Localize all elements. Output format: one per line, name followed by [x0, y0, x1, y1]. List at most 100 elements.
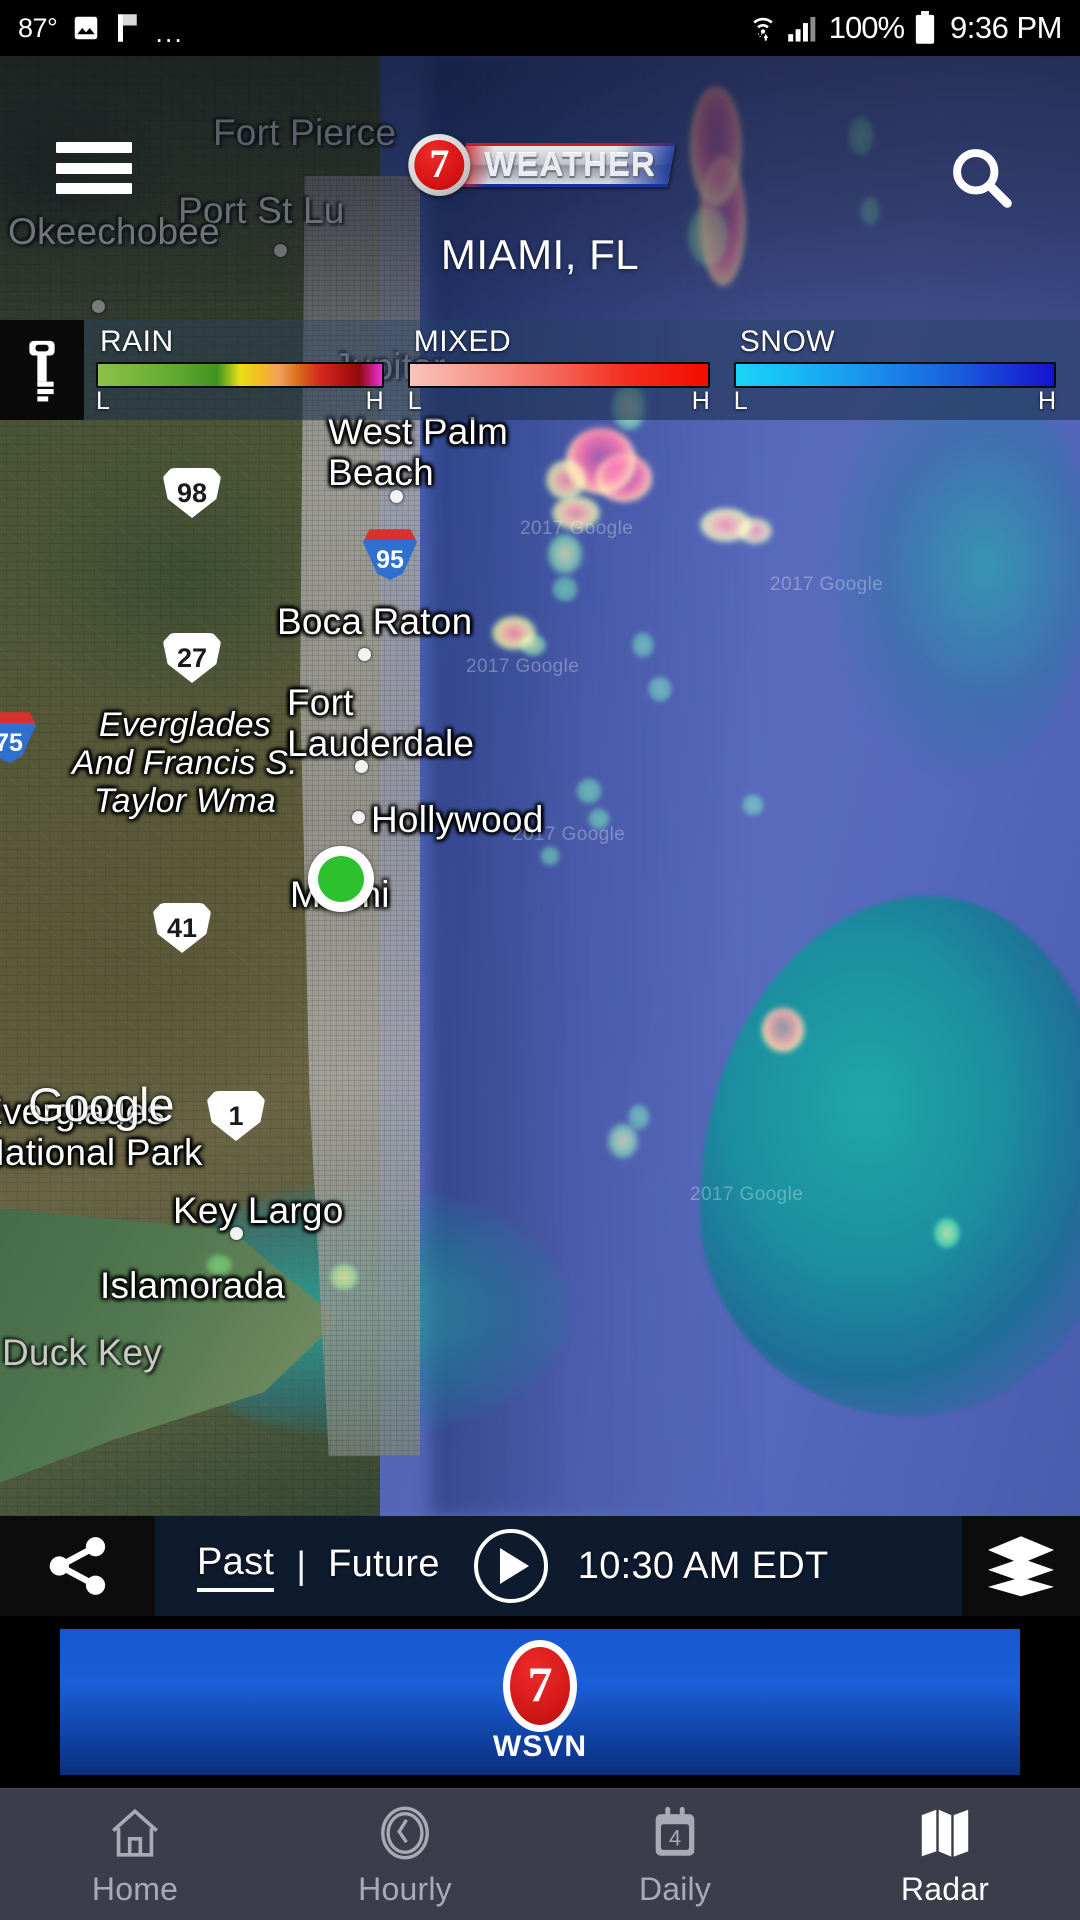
legend-group-rain: RAIN L H [84, 324, 396, 415]
legend-high-rain: H [365, 386, 384, 415]
radar-echo-cell [576, 778, 602, 804]
battery-percent: 100% [828, 10, 905, 45]
status-overflow-dots: ... [155, 17, 184, 48]
map-city-dot [230, 1227, 243, 1240]
legend-bar-mixed [407, 361, 710, 388]
legend-bar-snow [733, 361, 1056, 388]
radar-echo-cell [762, 1008, 804, 1052]
hamburger-menu-icon[interactable] [56, 142, 132, 194]
nav-label-radar: Radar [900, 1870, 990, 1907]
map-label: Fort Lauderdale [287, 682, 475, 765]
nav-item-daily[interactable]: 4 Daily [540, 1789, 810, 1920]
status-clock: 9:36 PM [950, 10, 1062, 45]
google-attribution: Google [28, 1078, 175, 1131]
nav-label-hourly: Hourly [358, 1870, 452, 1907]
bottom-navigation: Home Hourly 4 Daily Radar [0, 1788, 1080, 1920]
map-header-overlay: 7 WEATHER MIAMI, FL [0, 56, 1080, 320]
tab-future[interactable]: Future [328, 1543, 440, 1590]
map-label: Key Largo [173, 1190, 344, 1231]
station-logo: 7 WEATHER [408, 134, 676, 196]
radar-echo-cell [934, 1218, 960, 1248]
map-copyright-note: 2017 Google [690, 1184, 804, 1205]
tab-separator: | [296, 1544, 307, 1587]
status-bar-left: 87° ... [18, 13, 184, 48]
calendar-icon: 4 [646, 1802, 704, 1864]
cell-signal-icon [787, 13, 819, 43]
map-copyright-note: 2017 Google [512, 824, 626, 845]
search-icon[interactable] [938, 134, 1024, 220]
radar-echo-cell [548, 534, 582, 574]
legend-label-snow: SNOW [739, 324, 836, 358]
legend-low-snow: L [733, 386, 748, 415]
map-label: Islamorada [100, 1265, 286, 1306]
radar-echo-cell [552, 576, 578, 602]
nav-item-home[interactable]: Home [0, 1789, 270, 1920]
map-label: West Palm Beach [328, 411, 508, 494]
radar-legend: RAIN L H MIXED L H SNOW L H [0, 320, 1080, 420]
radar-echo-cell [540, 846, 560, 866]
radar-echo-cell [520, 634, 546, 656]
radar-playback-bar: Past | Future 10:30 AM EDT [0, 1516, 1080, 1616]
key-icon[interactable] [0, 320, 84, 420]
page-title: MIAMI, FL [440, 231, 640, 278]
map-label: Boca Raton [277, 601, 473, 642]
legend-bars: RAIN L H MIXED L H SNOW L H [84, 320, 1080, 420]
map-copyright-note: 2017 Google [466, 656, 580, 677]
current-location-marker[interactable] [308, 846, 374, 912]
radar-echo-cell [546, 460, 586, 500]
nav-item-radar[interactable]: Radar [810, 1789, 1080, 1920]
map-city-dot [358, 648, 371, 661]
tab-past[interactable]: Past [197, 1541, 275, 1592]
weather-banner: WEATHER [458, 143, 676, 187]
share-icon[interactable] [0, 1516, 155, 1616]
legend-high-mixed: H [691, 386, 710, 415]
status-bar-right: 100% 9:36 PM [749, 10, 1062, 46]
nav-item-hourly[interactable]: Hourly [270, 1789, 540, 1920]
legend-group-snow: SNOW L H [722, 324, 1068, 415]
map-city-dot [355, 760, 368, 773]
radar-echo-cell [596, 454, 652, 502]
home-icon [106, 1802, 164, 1864]
legend-bar-rain [96, 361, 384, 388]
battery-icon [914, 11, 936, 45]
radar-echo-cell [648, 676, 672, 702]
seven-logo-icon: 7 [408, 134, 471, 196]
map-icon [916, 1802, 974, 1864]
legend-label-rain: RAIN [100, 324, 174, 358]
wifi-icon [749, 12, 777, 44]
map-label: Duck Key [2, 1332, 162, 1373]
status-bar: 87° ... 100% 9:36 PM [0, 0, 1080, 56]
playback-controls: Past | Future 10:30 AM EDT [155, 1516, 962, 1616]
radar-echo-cell [608, 1124, 638, 1158]
legend-low-rain: L [96, 386, 110, 415]
legend-label-mixed: MIXED [413, 324, 512, 358]
legend-group-mixed: MIXED L H [396, 324, 722, 415]
image-icon [71, 13, 101, 43]
map-label: Everglades And Francis S. Taylor Wma [72, 706, 298, 821]
wsvn-seven-icon: 7 [503, 1640, 577, 1732]
wsvn-seven-number: 7 [510, 1647, 570, 1725]
flag-icon [115, 13, 141, 43]
weather-radar-screen: 87° ... 100% 9:36 PM West Palm Beach Boc… [0, 0, 1080, 1920]
clock-icon [376, 1802, 434, 1864]
svg-text:4: 4 [669, 1825, 681, 1850]
ad-banner-container: 7 WSVN [0, 1616, 1080, 1788]
map-copyright-note: 2017 Google [520, 518, 634, 539]
play-icon[interactable] [473, 1529, 548, 1603]
legend-low-mixed: L [407, 386, 422, 415]
radar-echo-cell [330, 1264, 358, 1290]
map-city-dot [390, 490, 403, 503]
nav-label-home: Home [91, 1870, 179, 1907]
radar-echo-cell [742, 794, 764, 816]
map-copyright-note: 2017 Google [770, 574, 884, 595]
radar-echo-cell [738, 518, 772, 544]
radar-timestamp: 10:30 AM EDT [577, 1544, 829, 1587]
map-city-dot [352, 811, 365, 824]
radar-echo-cell [632, 632, 654, 658]
seven-logo-number: 7 [414, 140, 465, 190]
ad-banner[interactable]: 7 WSVN [60, 1629, 1020, 1775]
weather-banner-text: WEATHER [484, 146, 656, 183]
layers-icon[interactable] [962, 1516, 1080, 1616]
wsvn-wordmark: WSVN [493, 1730, 587, 1763]
nav-label-daily: Daily [638, 1870, 712, 1907]
